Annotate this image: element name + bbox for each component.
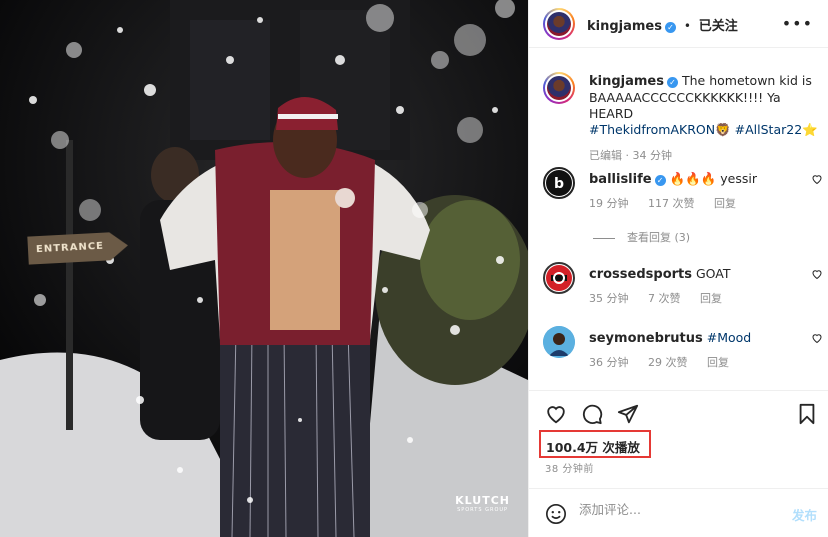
like-comment-icon[interactable] bbox=[811, 332, 823, 344]
commenter-username[interactable]: seymonebrutus bbox=[589, 331, 703, 346]
posted-time: 38 分钟前 bbox=[545, 464, 594, 475]
caption-avatar[interactable] bbox=[543, 72, 575, 104]
comment-text: 🔥🔥🔥 yessir bbox=[669, 171, 757, 186]
commenter-username[interactable]: ballislife bbox=[589, 172, 652, 187]
verified-badge-icon: ✓ bbox=[654, 175, 666, 186]
verified-badge-icon: ✓ bbox=[667, 77, 678, 88]
hashtag-link[interactable]: #AllStar22 bbox=[735, 122, 803, 137]
save-bookmark-icon[interactable] bbox=[797, 403, 817, 425]
reply-button[interactable]: 回复 bbox=[707, 356, 729, 369]
view-replies-link[interactable]: 查看回复 (3) bbox=[593, 229, 690, 245]
caption-time: 34 分钟 bbox=[632, 149, 673, 162]
reply-button[interactable]: 回复 bbox=[714, 197, 736, 210]
comment-body: crossedsports GOAT bbox=[589, 266, 799, 282]
meta-dot: · bbox=[625, 149, 630, 162]
more-options-icon[interactable]: ••• bbox=[782, 14, 813, 33]
svg-text:b: b bbox=[554, 176, 564, 192]
header-user-line: kingjames ✓ • 已关注 bbox=[587, 15, 738, 34]
comment-likes[interactable]: 7 次赞 bbox=[648, 292, 681, 305]
post-video[interactable]: ENTRANCE KLUTCH SPORTS GROUP bbox=[0, 0, 528, 537]
caption-meta: 已编辑 · 34 分钟 bbox=[589, 148, 819, 164]
emoji-picker-icon[interactable] bbox=[545, 503, 567, 525]
comment-time: 19 分钟 bbox=[589, 197, 629, 210]
add-comment-bar: 发布 bbox=[529, 488, 828, 537]
comment-time: 36 分钟 bbox=[589, 356, 629, 369]
commenter-avatar[interactable] bbox=[543, 262, 575, 294]
following-button[interactable]: 已关注 bbox=[699, 19, 738, 34]
comment-hashtag[interactable]: #Mood bbox=[707, 330, 752, 345]
star-emoji: ⭐ bbox=[802, 122, 818, 137]
commenter-avatar[interactable]: b bbox=[543, 167, 575, 199]
comment-input[interactable] bbox=[579, 502, 779, 517]
brand-subtitle: SPORTS GROUP bbox=[457, 507, 509, 513]
post-header: kingjames ✓ • 已关注 ••• bbox=[529, 0, 828, 48]
lion-emoji: 🦁 bbox=[715, 122, 731, 137]
comment-likes[interactable]: 117 次赞 bbox=[648, 197, 695, 210]
verified-badge-icon: ✓ bbox=[665, 22, 676, 33]
comment-body: seymonebrutus #Mood bbox=[589, 330, 799, 346]
caption-username[interactable]: kingjames bbox=[589, 74, 664, 89]
post-details-pane: kingjames ✓ • 已关注 ••• kingjames ✓ The home… bbox=[528, 0, 828, 537]
comment-meta: 36 分钟 29 次赞 回复 bbox=[589, 354, 745, 370]
like-heart-icon[interactable] bbox=[545, 403, 567, 425]
video-frame-image bbox=[0, 0, 528, 537]
post-comment-button[interactable]: 发布 bbox=[792, 505, 817, 524]
comment-bubble-icon[interactable] bbox=[581, 403, 603, 425]
comment-text: GOAT bbox=[695, 266, 731, 281]
replies-divider bbox=[593, 237, 615, 239]
view-count[interactable]: 100.4万 次播放 bbox=[539, 430, 651, 458]
commenter-avatar[interactable] bbox=[543, 326, 575, 358]
comment-time: 35 分钟 bbox=[589, 292, 629, 305]
author-avatar[interactable] bbox=[543, 8, 575, 40]
commenter-username[interactable]: crossedsports bbox=[589, 267, 692, 282]
brand-watermark: KLUTCH SPORTS GROUP bbox=[455, 494, 510, 513]
post-caption: kingjames ✓ The hometown kid is BAAAAACCC… bbox=[589, 73, 819, 164]
edited-label: 已编辑 bbox=[589, 149, 622, 162]
reply-button[interactable]: 回复 bbox=[700, 292, 722, 305]
comment-meta: 35 分钟 7 次赞 回复 bbox=[589, 290, 738, 306]
brand-name: KLUTCH bbox=[455, 494, 510, 507]
hashtag-link[interactable]: #ThekidfromAKRON bbox=[589, 122, 715, 137]
like-comment-icon[interactable] bbox=[811, 268, 823, 280]
comment-body: ballislife ✓ 🔥🔥🔥 yessir bbox=[589, 171, 799, 187]
separator-dot: • bbox=[683, 19, 691, 33]
view-replies-label: 查看回复 (3) bbox=[627, 231, 691, 244]
like-comment-icon[interactable] bbox=[811, 173, 823, 185]
share-paper-plane-icon[interactable] bbox=[617, 403, 639, 425]
author-username[interactable]: kingjames bbox=[587, 19, 662, 34]
comment-likes[interactable]: 29 次赞 bbox=[648, 356, 688, 369]
comment-meta: 19 分钟 117 次赞 回复 bbox=[589, 195, 752, 211]
